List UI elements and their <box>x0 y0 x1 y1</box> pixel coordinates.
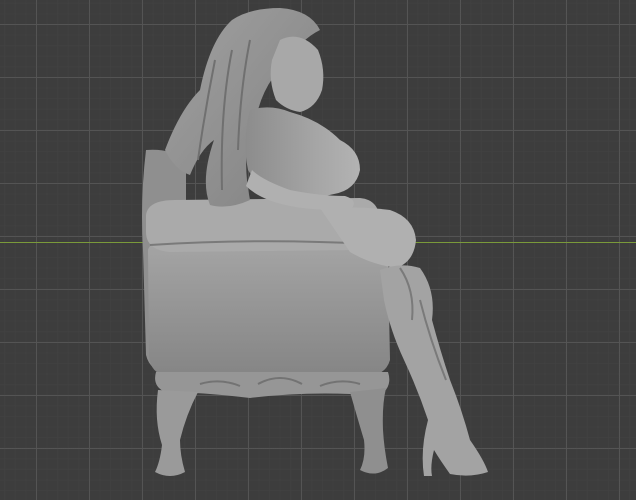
boot <box>380 265 488 476</box>
chair-leg-left <box>155 390 198 476</box>
head <box>270 36 324 112</box>
chair-leg-right <box>350 388 388 474</box>
sculpt-model[interactable] <box>0 0 636 500</box>
3d-viewport[interactable] <box>0 0 636 500</box>
chair-side-panel <box>148 236 390 376</box>
